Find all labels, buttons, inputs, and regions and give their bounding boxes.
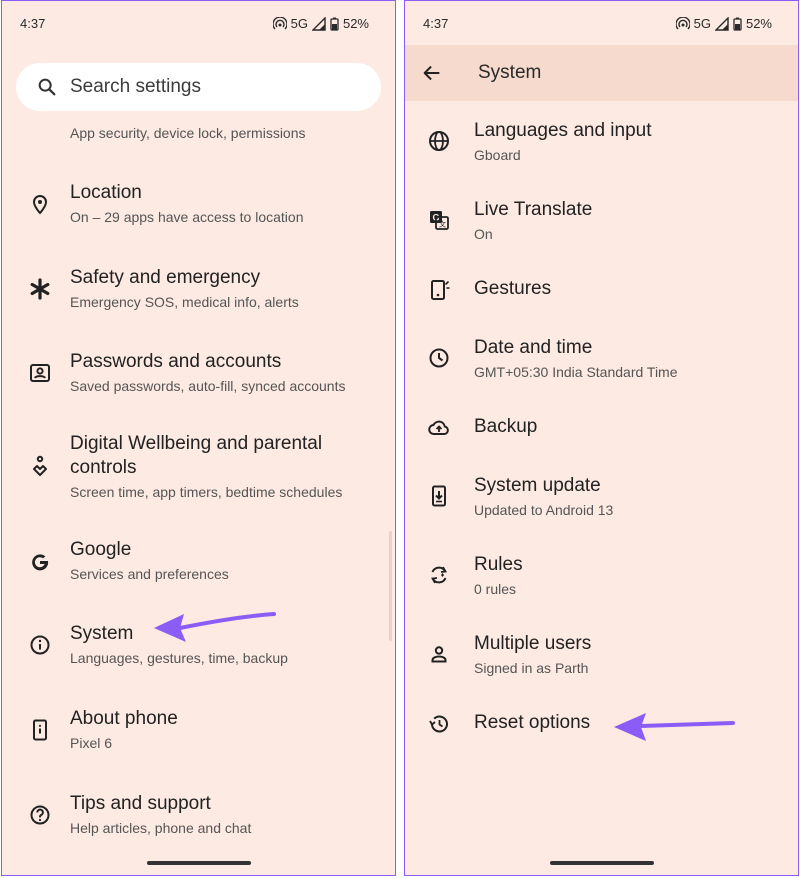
setting-title: Live Translate	[474, 199, 593, 220]
setting-subtitle: Screen time, app timers, bedtime schedul…	[70, 484, 343, 500]
setting-title-line2: controls	[70, 457, 137, 478]
page-title: System	[478, 62, 542, 83]
setting-title: System	[70, 623, 134, 644]
system-update-icon	[432, 485, 446, 507]
setting-digital-wellbeing[interactable]: Digital Wellbeing and parental controls …	[2, 430, 395, 510]
asterisk-icon	[30, 278, 50, 300]
setting-subtitle: Signed in as Parth	[474, 660, 589, 676]
setting-subtitle: Saved passwords, auto-fill, synced accou…	[70, 378, 346, 394]
rules-icon	[431, 566, 447, 584]
back-arrow-icon[interactable]	[421, 62, 443, 84]
search-icon	[38, 78, 56, 96]
account-box-icon	[30, 364, 50, 382]
setting-title: Gestures	[474, 278, 552, 299]
setting-rules[interactable]: Rules 0 rules	[405, 551, 798, 611]
setting-google[interactable]: Google Services and preferences	[2, 536, 395, 596]
gesture-nav-bar[interactable]	[549, 861, 654, 865]
status-time: 4:37	[423, 16, 449, 31]
location-pin-icon	[32, 194, 48, 215]
status-bar: 4:37 5G 52%	[2, 1, 395, 45]
setting-about-phone[interactable]: About phone Pixel 6	[2, 705, 395, 765]
setting-title: Google	[70, 539, 132, 560]
app-bar: System	[405, 45, 798, 101]
setting-reset-options[interactable]: Reset options	[405, 709, 798, 769]
settings-screen: 4:37 5G 52% Search settings App security…	[1, 0, 396, 876]
setting-subtitle: 0 rules	[474, 581, 517, 597]
setting-subtitle: Help articles, phone and chat	[70, 820, 252, 836]
setting-title: Tips and support	[70, 793, 211, 814]
person-icon	[431, 646, 447, 663]
setting-subtitle: Pixel 6	[70, 735, 113, 751]
setting-title: Date and time	[474, 337, 593, 358]
battery-icon	[330, 17, 339, 31]
help-icon	[30, 805, 50, 825]
setting-title: About phone	[70, 708, 178, 729]
setting-title: Safety and emergency	[70, 267, 261, 288]
setting-date-time[interactable]: Date and time GMT+05:30 India Standard T…	[405, 334, 798, 394]
search-bar[interactable]: Search settings	[16, 63, 381, 111]
svg-text:文: 文	[439, 220, 446, 229]
wellbeing-icon	[33, 455, 47, 476]
hotspot-icon	[675, 16, 690, 29]
setting-system-update[interactable]: System update Updated to Android 13	[405, 472, 798, 532]
signal-icon	[311, 16, 326, 31]
search-input[interactable]: Search settings	[70, 76, 201, 98]
globe-icon	[429, 131, 449, 151]
clock-icon	[429, 348, 449, 368]
network-label: 5G	[290, 16, 308, 31]
security-item-subtitle: App security, device lock, permissions	[70, 125, 306, 141]
setting-live-translate[interactable]: G文 Live Translate On	[405, 196, 798, 256]
highlight-arrow	[614, 713, 735, 741]
setting-title: Rules	[474, 554, 523, 575]
google-icon	[32, 554, 49, 571]
translate-icon: G文	[430, 211, 449, 230]
setting-subtitle: Updated to Android 13	[474, 502, 614, 518]
setting-title: Multiple users	[474, 633, 592, 654]
setting-title: Passwords and accounts	[70, 351, 282, 372]
setting-title-line1: Digital Wellbeing and parental	[70, 433, 323, 454]
setting-subtitle: GMT+05:30 India Standard Time	[474, 364, 678, 380]
status-icons: 5G 52%	[272, 16, 369, 31]
setting-tips-support[interactable]: Tips and support Help articles, phone an…	[2, 790, 395, 850]
battery-level: 52%	[342, 16, 369, 31]
gesture-nav-bar[interactable]	[146, 861, 251, 865]
info-icon	[30, 635, 50, 655]
status-bar: 4:37 5G 52%	[405, 1, 798, 45]
setting-location[interactable]: Location On – 29 apps have access to loc…	[2, 179, 395, 239]
setting-title: Languages and input	[474, 120, 652, 141]
setting-subtitle: Services and preferences	[70, 566, 229, 582]
setting-subtitle: On	[474, 226, 493, 242]
setting-safety[interactable]: Safety and emergency Emergency SOS, medi…	[2, 264, 395, 324]
network-label: 5G	[693, 16, 711, 31]
highlight-arrow	[154, 612, 276, 642]
setting-subtitle: Languages, gestures, time, backup	[70, 650, 288, 666]
setting-subtitle: Gboard	[474, 147, 521, 163]
signal-icon	[714, 16, 729, 31]
setting-multiple-users[interactable]: Multiple users Signed in as Parth	[405, 630, 798, 690]
gestures-icon	[431, 280, 450, 300]
phone-info-icon	[33, 719, 47, 741]
scrollbar[interactable]	[389, 531, 392, 641]
setting-passwords[interactable]: Passwords and accounts Saved passwords, …	[2, 348, 395, 408]
setting-subtitle: On – 29 apps have access to location	[70, 209, 304, 225]
cloud-upload-icon	[428, 420, 449, 435]
setting-gestures[interactable]: Gestures	[405, 275, 798, 335]
battery-icon	[733, 17, 742, 31]
status-time: 4:37	[20, 16, 46, 31]
setting-title: Backup	[474, 416, 538, 437]
history-icon	[429, 715, 448, 733]
setting-languages-input[interactable]: Languages and input Gboard	[405, 117, 798, 177]
battery-level: 52%	[745, 16, 772, 31]
setting-title: Location	[70, 182, 142, 203]
system-settings-screen: 4:37 5G 52% System Languages and input G…	[404, 0, 799, 876]
setting-title: Reset options	[474, 712, 591, 733]
setting-title: System update	[474, 475, 601, 496]
hotspot-icon	[272, 16, 287, 29]
status-icons: 5G 52%	[675, 16, 772, 31]
setting-backup[interactable]: Backup	[405, 413, 798, 473]
setting-subtitle: Emergency SOS, medical info, alerts	[70, 294, 299, 310]
